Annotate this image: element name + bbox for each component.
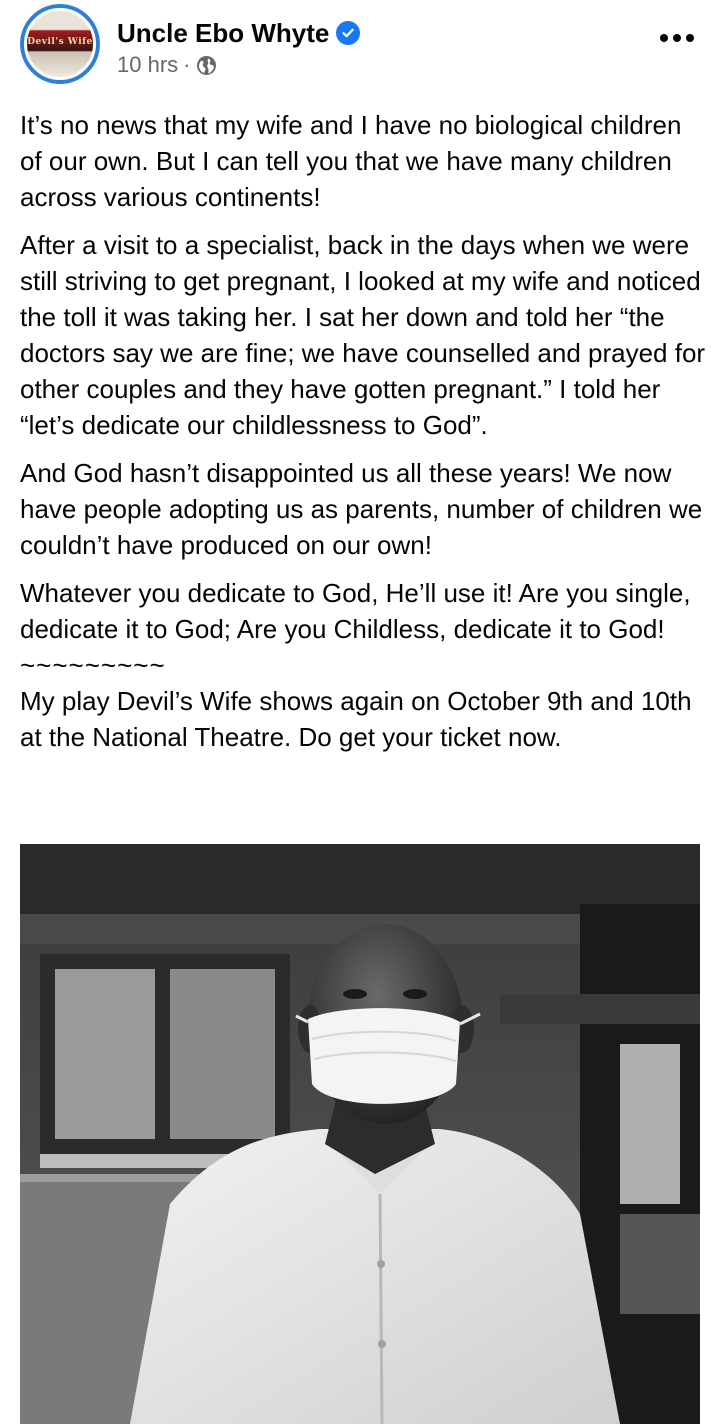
post-closing: My play Devil’s Wife shows again on Octo… [20,686,692,752]
dot-icon [673,34,681,42]
post-header: Devil's Wife Uncle Ebo Whyte 10 hrs · [0,0,720,95]
post-paragraph: It’s no news that my wife and I have no … [20,110,682,212]
author-row: Uncle Ebo Whyte [117,16,361,50]
post-meta: 10 hrs · [117,52,217,78]
avatar-poster-title: Devil's Wife [27,37,93,47]
author-name[interactable]: Uncle Ebo Whyte [117,18,329,49]
photo-illustration [20,844,700,1424]
tilde-divider: ~~~~~~~~~ [20,650,166,680]
facebook-post: Devil's Wife Uncle Ebo Whyte 10 hrs · It… [0,0,720,1424]
post-timestamp[interactable]: 10 hrs [117,52,178,78]
meta-separator: · [183,52,191,77]
post-text: It’s no news that my wife and I have no … [20,107,710,755]
post-paragraph: And God hasn’t disappointed us all these… [20,458,703,560]
dot-icon [660,34,668,42]
post-paragraph: After a visit to a specialist, back in t… [20,230,706,440]
more-options-icon[interactable] [660,28,694,48]
dot-icon [686,34,694,42]
post-photo[interactable] [20,844,700,1424]
verified-badge-icon [336,21,361,45]
globe-icon[interactable] [196,55,217,76]
avatar-image: Devil's Wife [24,8,96,80]
avatar[interactable]: Devil's Wife [20,4,100,84]
post-paragraph: Whatever you dedicate to God, He’ll use … [20,578,691,644]
